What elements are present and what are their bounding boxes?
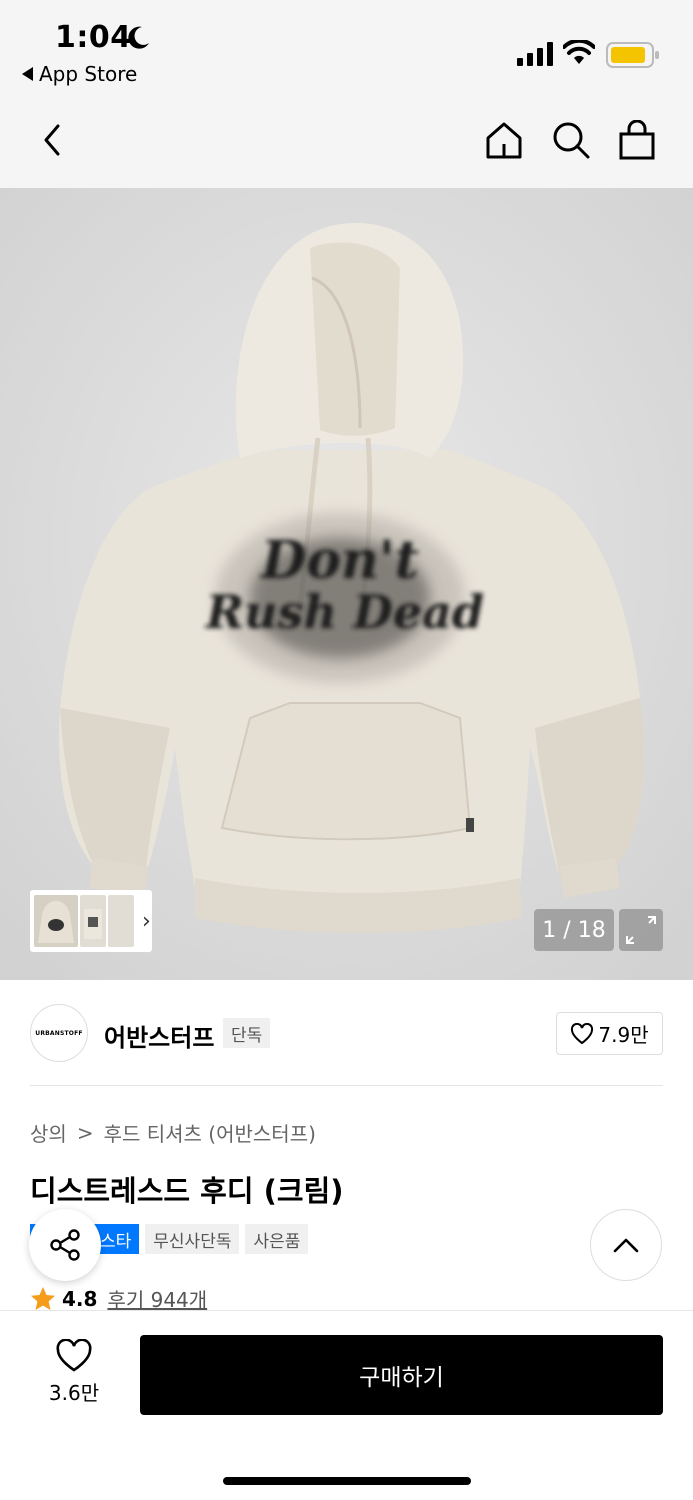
thumbnail-1[interactable] xyxy=(34,895,78,947)
expand-button[interactable] xyxy=(619,909,663,951)
status-bar: 1:04 App Store xyxy=(0,0,693,110)
scroll-top-button[interactable] xyxy=(590,1209,662,1281)
bag-icon[interactable] xyxy=(618,120,656,160)
share-button[interactable] xyxy=(29,1209,101,1281)
chevron-up-icon xyxy=(613,1238,639,1253)
back-triangle-icon xyxy=(22,67,33,81)
favorite-button[interactable]: 3.6만 xyxy=(36,1339,112,1406)
svg-text:Don't: Don't xyxy=(259,530,419,591)
exclusive-badge: 단독 xyxy=(223,1018,271,1048)
brand-logo[interactable]: URBANSTOFF xyxy=(30,1004,88,1062)
back-app-label: App Store xyxy=(39,62,138,86)
rating-row: 4.8 후기 944개 xyxy=(30,1284,207,1313)
product-title: 디스트레스드 후디 (크림) xyxy=(30,1174,344,1208)
divider xyxy=(30,1085,663,1086)
page-counter: 1 / 18 xyxy=(534,909,614,951)
product-image-gallery[interactable]: Don't Rush Dead › 1 / 18 xyxy=(0,188,693,980)
moon-icon xyxy=(128,26,149,49)
heart-icon xyxy=(571,1022,594,1044)
back-to-app-store[interactable]: App Store xyxy=(22,62,137,86)
brand-row: URBANSTOFF 어반스터프 단독 7.9만 xyxy=(0,980,693,1086)
expand-icon xyxy=(626,916,656,944)
favorite-count: 3.6만 xyxy=(48,1381,100,1405)
back-icon[interactable] xyxy=(38,122,68,158)
brand-name[interactable]: 어반스터프 xyxy=(104,1018,214,1053)
star-icon xyxy=(31,1286,55,1310)
thumbnail-2[interactable] xyxy=(80,895,106,947)
thumbnail-strip[interactable]: › xyxy=(30,890,152,952)
heart-icon xyxy=(56,1339,92,1372)
share-icon xyxy=(50,1229,80,1261)
breadcrumb-category[interactable]: 상의 xyxy=(30,1118,67,1147)
review-count-link[interactable]: 후기 944개 xyxy=(107,1284,207,1313)
thumbnail-image xyxy=(38,901,74,943)
breadcrumb-separator: > xyxy=(76,1120,94,1145)
tag-musinsa-exclusive: 무신사단독 xyxy=(145,1224,240,1254)
tag-gift: 사은품 xyxy=(245,1224,309,1254)
brand-like-button[interactable]: 7.9만 xyxy=(556,1012,663,1055)
buy-button[interactable]: 구매하기 xyxy=(140,1335,663,1415)
bottom-action-bar: 3.6만 구매하기 xyxy=(0,1310,693,1500)
wifi-icon xyxy=(563,40,595,64)
nav-bar xyxy=(0,110,693,188)
brand-like-count: 7.9만 xyxy=(598,1023,649,1047)
battery-icon xyxy=(606,42,659,68)
svg-text:Rush Dead: Rush Dead xyxy=(204,585,484,639)
signal-icon xyxy=(517,42,553,66)
home-icon[interactable] xyxy=(484,120,524,160)
breadcrumb: 상의 > 후드 티셔츠 (어반스터프) xyxy=(30,1118,316,1147)
product-image: Don't Rush Dead xyxy=(0,188,693,980)
brand-logo-text: URBANSTOFF xyxy=(35,1029,83,1037)
home-indicator xyxy=(223,1477,471,1485)
thumbnail-3[interactable] xyxy=(108,895,134,947)
status-time: 1:04 xyxy=(55,20,132,55)
thumbnail-image xyxy=(84,909,102,939)
thumbnail-next-arrow[interactable]: › xyxy=(142,909,151,934)
rating-value: 4.8 xyxy=(62,1286,98,1311)
search-icon[interactable] xyxy=(551,120,591,160)
breadcrumb-subcategory[interactable]: 후드 티셔츠 (어반스터프) xyxy=(104,1118,316,1147)
product-page: 1:04 App Store Don't Rush Dead › 1 / 18 … xyxy=(0,0,693,1500)
